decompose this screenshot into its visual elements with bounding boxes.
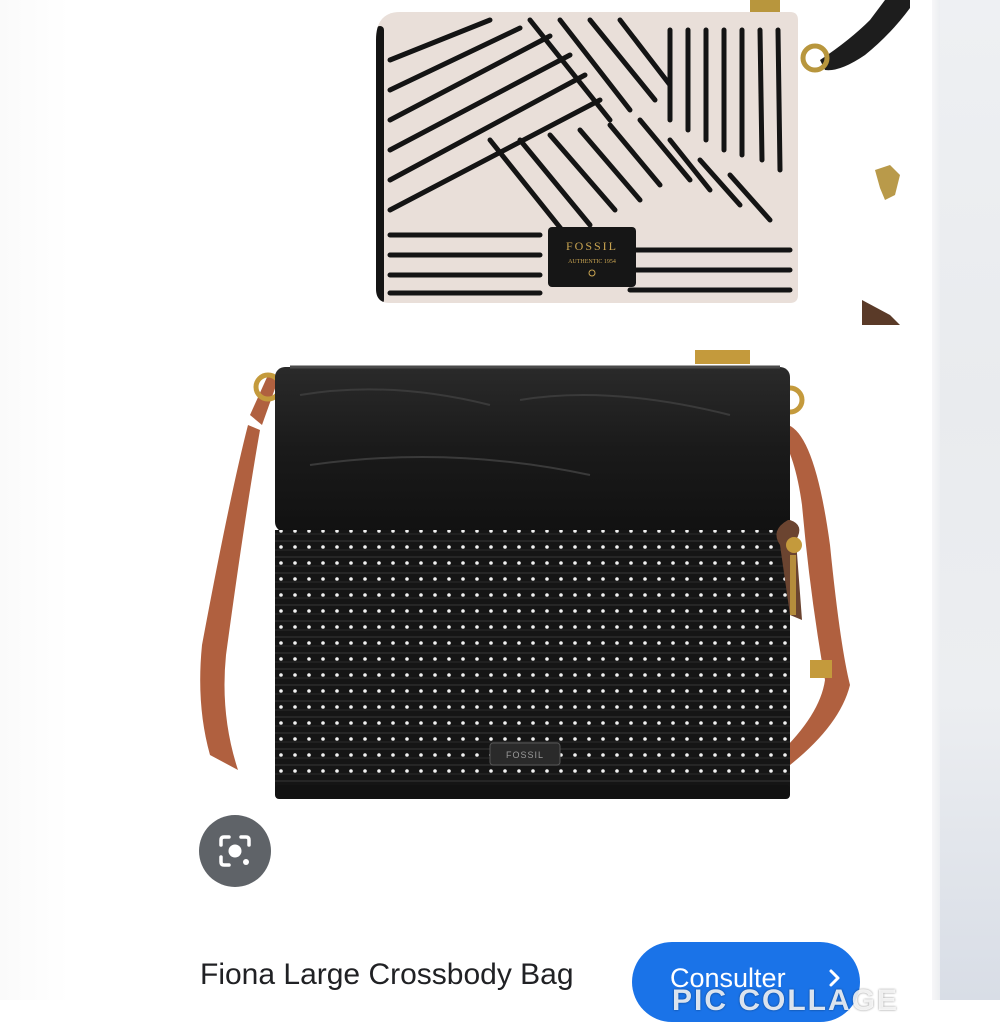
wristlet-brand-subtext: AUTHENTIC 1954 (568, 259, 616, 265)
result-title[interactable]: Fiona Large Crossbody Bag (200, 958, 574, 992)
crossbody-product-image[interactable]: FOSSIL (190, 345, 870, 815)
lens-search-button[interactable] (199, 815, 271, 887)
left-background (0, 0, 70, 1000)
lens-icon (219, 835, 251, 867)
wristlet-product-image[interactable]: FOSSIL AUTHENTIC 1954 (370, 0, 910, 330)
pic-collage-watermark: PIC COLLAGE (672, 984, 900, 1017)
crossbody-tag-text: FOSSIL (506, 750, 544, 760)
wristlet-brand-text: FOSSIL (566, 239, 618, 253)
adjacent-result-strip (932, 0, 1000, 1000)
